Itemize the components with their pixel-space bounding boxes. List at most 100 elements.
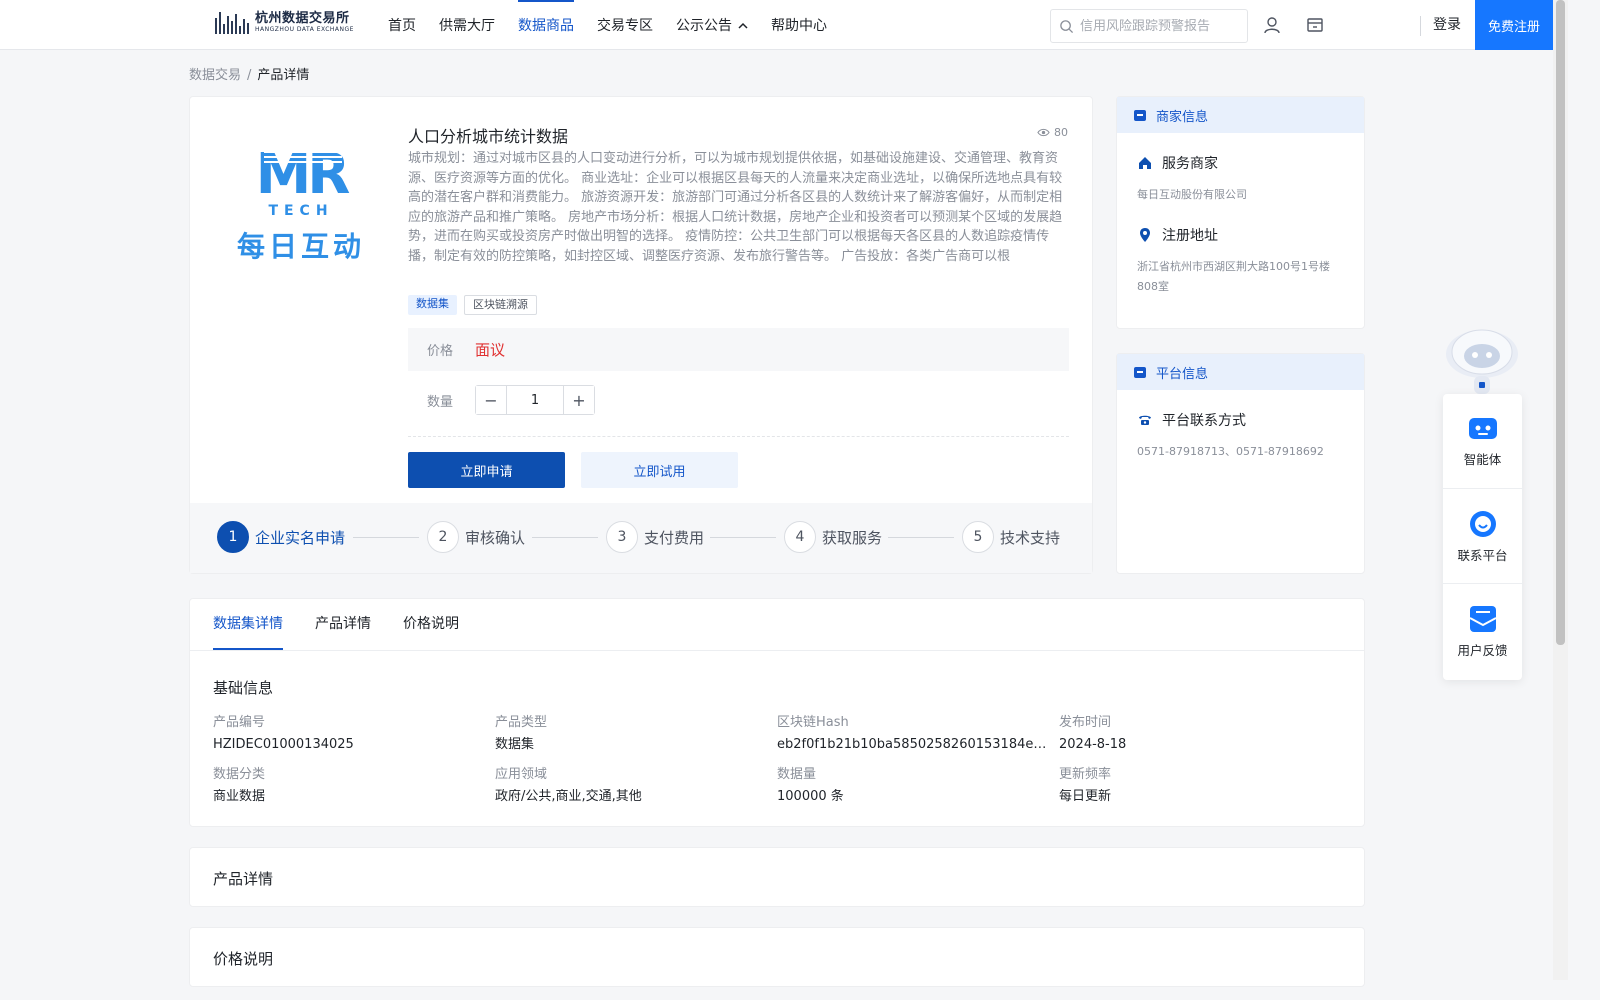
- quantity-row: 数量 − +: [427, 385, 595, 415]
- dashed-divider: [408, 436, 1069, 437]
- logo-en-text: HANGZHOU DATA EXCHANGE: [255, 25, 354, 33]
- step-connector: [710, 537, 776, 538]
- info-data-category: 数据分类 商业数据: [213, 767, 266, 804]
- service-merchant-label: 服务商家: [1137, 153, 1344, 173]
- price-description-title: 价格说明: [213, 950, 274, 968]
- breadcrumb-current: 产品详情: [257, 68, 310, 83]
- header-divider: [1420, 16, 1421, 36]
- registered-address-label: 注册地址: [1137, 225, 1344, 245]
- price-row: 价格 面议: [408, 328, 1069, 371]
- platform-contact-value: 0571-87918713、0571-87918692: [1137, 445, 1324, 458]
- info-product-id: 产品编号 HZIDEC01000134025: [213, 715, 354, 752]
- merchant-info-card: 商家信息 服务商家 每日互动股份有限公司 注册地址 浙江省杭州市西湖区荆大路10…: [1116, 96, 1365, 329]
- logo-mr-mark: MR: [255, 142, 351, 207]
- platform-info-card: 平台信息 平台联系方式 0571-87918713、0571-87918692: [1116, 353, 1365, 574]
- login-link[interactable]: 登录: [1433, 0, 1461, 50]
- nav-supply-demand[interactable]: 供需大厅: [439, 0, 495, 50]
- user-feedback-button[interactable]: 用户反馈: [1443, 584, 1522, 679]
- tab-price-description[interactable]: 价格说明: [403, 599, 459, 650]
- product-card: MR TECH 每日互动 人口分析城市统计数据 80 城市规划：通过对城市区县的…: [189, 96, 1093, 574]
- product-logo: MR TECH 每日互动: [236, 147, 366, 265]
- product-tags: 数据集 区块链溯源: [408, 295, 537, 315]
- process-steps: 1 企业实名申请 2 审核确认 3 支付费用 4 获取服务 5 技术支持: [190, 503, 1092, 573]
- step-1: 1 企业实名申请: [217, 521, 345, 553]
- step-4: 4 获取服务: [784, 521, 882, 553]
- breadcrumb-separator: /: [247, 68, 252, 83]
- dataset-detail-card: 数据集详情 产品详情 价格说明 基础信息 产品编号 HZIDEC010001340…: [189, 598, 1365, 827]
- info-publish-date: 发布时间 2024-8-18: [1059, 715, 1127, 752]
- platform-contact-label: 平台联系方式: [1137, 410, 1344, 430]
- info-data-volume: 数据量 100000 条: [777, 767, 844, 804]
- step-connector: [353, 537, 419, 538]
- quantity-input[interactable]: [506, 386, 564, 414]
- registered-address-value: 浙江省杭州市西湖区荆大路100号1号楼808室: [1137, 260, 1330, 293]
- step-3: 3 支付费用: [606, 521, 704, 553]
- chevron-up-icon: [738, 22, 748, 29]
- search-input[interactable]: [1080, 18, 1240, 34]
- step-connector: [888, 537, 954, 538]
- platform-info-header: 平台信息: [1117, 354, 1364, 390]
- logo-brand-text: 每日互动: [236, 230, 365, 263]
- nav-data-products[interactable]: 数据商品: [518, 0, 574, 50]
- detail-tabs: 数据集详情 产品详情 价格说明: [190, 599, 1364, 651]
- price-label: 价格: [427, 344, 454, 359]
- feedback-icon: [1469, 606, 1496, 632]
- merchant-info-header: 商家信息: [1117, 97, 1364, 133]
- monitor-icon: [1134, 367, 1146, 378]
- tag-blockchain: 区块链溯源: [464, 295, 537, 315]
- try-now-button[interactable]: 立即试用: [581, 452, 738, 488]
- basic-info-title: 基础信息: [213, 679, 274, 697]
- quantity-stepper: − +: [475, 385, 595, 415]
- site-logo[interactable]: 杭州数据交易所 HANGZHOU DATA EXCHANGE: [215, 10, 354, 34]
- smart-agent-button[interactable]: 智能体: [1443, 394, 1522, 489]
- step-2: 2 审核确认: [427, 521, 525, 553]
- logo-cn-text: 杭州数据交易所: [255, 10, 350, 26]
- search-icon: [1060, 19, 1074, 33]
- price-description-section: 价格说明: [189, 927, 1365, 987]
- nav-announcements[interactable]: 公示公告: [676, 0, 748, 50]
- info-blockchain-hash: 区块链Hash eb2f0f1b21b10ba5850258260153184e1…: [777, 715, 1047, 752]
- phone-icon: [1139, 415, 1151, 425]
- info-product-type: 产品类型 数据集: [495, 715, 548, 752]
- tag-dataset: 数据集: [408, 295, 457, 315]
- register-button[interactable]: 免费注册: [1475, 0, 1553, 50]
- contact-platform-button[interactable]: 联系平台: [1443, 489, 1522, 584]
- store-icon[interactable]: [1304, 14, 1326, 36]
- step-5: 5 技术支持: [962, 521, 1060, 553]
- quantity-label: 数量: [427, 394, 454, 410]
- nav-home[interactable]: 首页: [388, 0, 416, 50]
- decrement-button[interactable]: −: [476, 386, 506, 414]
- user-icon[interactable]: [1261, 14, 1283, 36]
- product-title: 人口分析城市统计数据: [408, 127, 569, 146]
- increment-button[interactable]: +: [564, 386, 594, 414]
- headset-icon: [1469, 510, 1496, 537]
- robot-icon: [1468, 417, 1497, 439]
- location-pin-icon: [1140, 228, 1150, 242]
- robot-mascot-icon[interactable]: [1444, 320, 1520, 396]
- tab-product-detail[interactable]: 产品详情: [315, 599, 371, 650]
- basic-info-grid: 产品编号 HZIDEC01000134025 产品类型 数据集 区块链Hash eb2…: [213, 715, 1343, 805]
- view-count: 80: [1037, 126, 1068, 139]
- info-update-frequency: 更新频率 每日更新: [1059, 767, 1112, 804]
- view-count-value: 80: [1054, 126, 1068, 139]
- search-box[interactable]: [1050, 9, 1248, 43]
- top-navbar: 杭州数据交易所 HANGZHOU DATA EXCHANGE 首页 供需大厅 数…: [0, 0, 1568, 50]
- floating-service-panel: 智能体 联系平台 用户反馈: [1443, 394, 1522, 680]
- info-application-field: 应用领域 政府/公共,商业,交通,其他: [495, 767, 642, 804]
- breadcrumb-root[interactable]: 数据交易: [189, 68, 241, 83]
- shop-icon: [1134, 110, 1146, 121]
- step-connector: [532, 537, 598, 538]
- product-detail-section: 产品详情: [189, 847, 1365, 907]
- logo-bars-icon: [215, 10, 249, 34]
- apply-now-button[interactable]: 立即申请: [408, 452, 565, 488]
- nav-help-center[interactable]: 帮助中心: [771, 0, 827, 50]
- main-nav: 首页 供需大厅 数据商品 交易专区 公示公告 帮助中心: [388, 0, 827, 50]
- breadcrumb: 数据交易 / 产品详情: [189, 64, 309, 83]
- scrollbar-thumb[interactable]: [1556, 0, 1565, 645]
- tab-dataset-detail[interactable]: 数据集详情: [213, 599, 283, 650]
- nav-trade-zone[interactable]: 交易专区: [597, 0, 653, 50]
- service-merchant-value: 每日互动股份有限公司: [1137, 188, 1247, 201]
- price-value: 面议: [475, 341, 506, 359]
- product-description: 城市规划：通过对城市区县的人口变动进行分析，可以为城市规划提供依据，如基础设施建…: [408, 151, 1063, 264]
- product-detail-title: 产品详情: [213, 870, 274, 888]
